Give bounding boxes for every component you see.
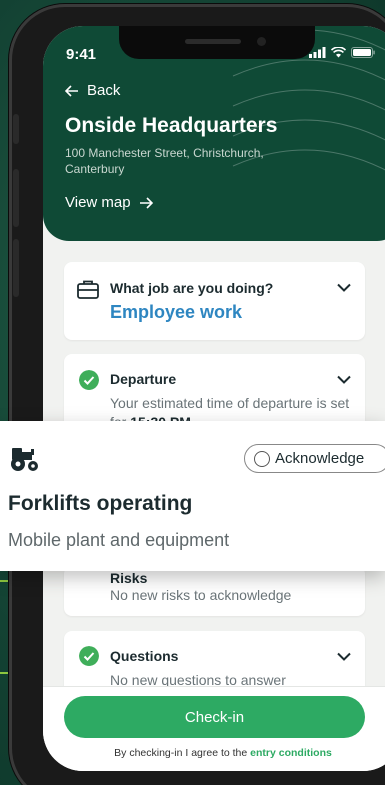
chevron-down-icon[interactable] — [337, 652, 351, 661]
risk-popup-card: Acknowledge Forklifts operating Mobile p… — [0, 421, 385, 571]
phone-side-button — [13, 114, 19, 144]
site-address: 100 Manchester Street, Christchurch, Can… — [65, 146, 264, 176]
checkin-button[interactable]: Check-in — [64, 696, 365, 738]
risk-title: Forklifts operating — [8, 492, 193, 515]
phone-notch — [119, 26, 315, 59]
phone-frame: 9:41 Back Onside Headquarters 100 Manche… — [9, 4, 385, 785]
checkin-footer: Check-in By checking-in I agree to the e… — [43, 686, 385, 771]
phone-side-button — [13, 169, 19, 227]
site-header: 9:41 Back Onside Headquarters 100 Manche… — [43, 26, 385, 241]
chevron-down-icon[interactable] — [337, 283, 351, 292]
chevron-down-icon[interactable] — [337, 375, 351, 384]
job-question: What job are you doing? — [110, 280, 274, 296]
agree-text: By checking-in I agree to the entry cond… — [114, 747, 332, 759]
job-value: Employee work — [110, 302, 243, 322]
tractor-icon — [11, 448, 38, 471]
job-card[interactable]: What job are you doing? Employee work — [64, 262, 365, 340]
battery-icon — [351, 47, 375, 58]
acknowledge-radio[interactable] — [254, 450, 270, 467]
check-circle-icon — [79, 646, 99, 666]
back-button[interactable]: Back — [65, 82, 120, 99]
phone-screen: 9:41 Back Onside Headquarters 100 Manche… — [43, 26, 385, 771]
page-title: Onside Headquarters — [65, 114, 278, 137]
view-map-label: View map — [65, 194, 131, 211]
risks-text: No new risks to acknowledge — [110, 587, 292, 603]
departure-label: Departure — [110, 371, 177, 387]
risks-card[interactable]: Risks No new risks to acknowledge — [64, 566, 365, 616]
arrow-left-icon — [65, 84, 78, 97]
acknowledge-label: Acknowledge — [275, 450, 365, 467]
wifi-icon — [331, 47, 346, 58]
arrow-right-icon — [139, 196, 153, 209]
acknowledge-button[interactable]: Acknowledge — [244, 444, 385, 473]
questions-label: Questions — [110, 648, 179, 664]
risk-subtitle: Mobile plant and equipment — [8, 530, 230, 550]
view-map-link[interactable]: View map — [65, 194, 153, 211]
phone-side-button — [13, 239, 19, 297]
status-time: 9:41 — [66, 46, 97, 63]
status-icons — [309, 47, 375, 58]
risks-label: Risks — [110, 570, 148, 586]
briefcase-icon — [77, 280, 99, 299]
check-circle-icon — [79, 370, 99, 390]
back-label: Back — [87, 82, 121, 99]
entry-conditions-link[interactable]: entry conditions — [250, 747, 332, 759]
